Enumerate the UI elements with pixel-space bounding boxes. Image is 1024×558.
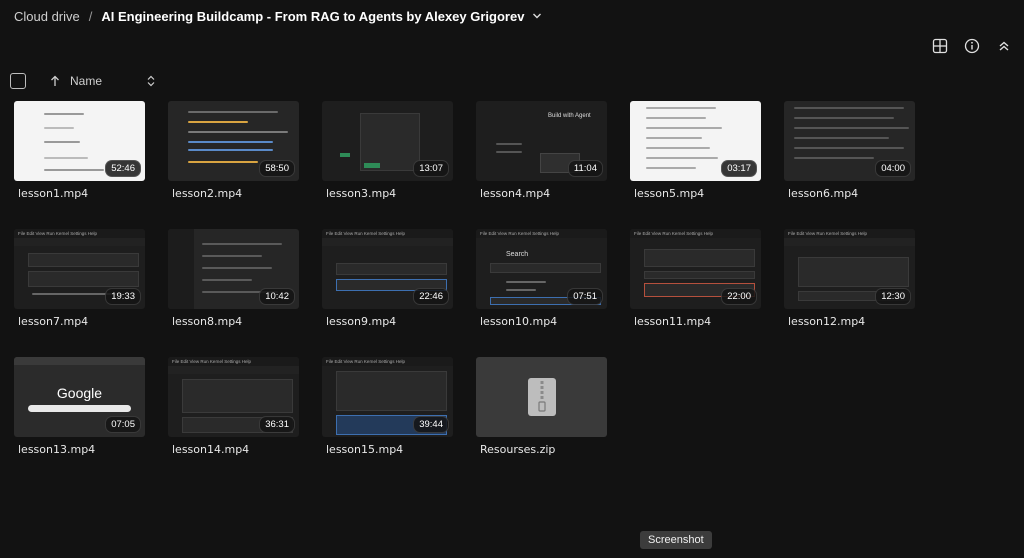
sort-ascending-icon[interactable] xyxy=(50,75,60,87)
file-tile[interactable]: Google 07:05 lesson13.mp4 xyxy=(14,357,145,462)
chevron-down-icon[interactable] xyxy=(532,11,542,21)
thumbnail-caption: Search xyxy=(506,251,529,258)
file-tile[interactable]: 10:42 lesson8.mp4 xyxy=(168,229,299,334)
file-tile[interactable]: 58:50 lesson2.mp4 xyxy=(168,101,299,206)
video-thumbnail[interactable]: 03:17 xyxy=(630,101,761,181)
duration-badge: 22:46 xyxy=(413,288,449,305)
video-thumbnail[interactable]: 13:07 xyxy=(322,101,453,181)
video-thumbnail[interactable]: 10:42 xyxy=(168,229,299,309)
breadcrumb-current-folder[interactable]: AI Engineering Buildcamp - From RAG to A… xyxy=(101,9,524,24)
duration-badge: 36:31 xyxy=(259,416,295,433)
file-tile[interactable]: 04:00 lesson6.mp4 xyxy=(784,101,915,206)
thumbnail-menu-text: File Edit View Run Kernel Settings Help xyxy=(14,229,145,238)
file-tile[interactable]: File Edit View Run Kernel Settings Help … xyxy=(168,357,299,462)
video-thumbnail[interactable]: File Edit View Run Kernel Settings Help … xyxy=(476,229,607,309)
breadcrumb-root-link[interactable]: Cloud drive xyxy=(14,9,80,24)
duration-badge: 07:05 xyxy=(105,416,141,433)
file-name[interactable]: Resourses.zip xyxy=(480,443,555,456)
breadcrumb: Cloud drive / AI Engineering Buildcamp -… xyxy=(0,0,1024,32)
duration-badge: 10:42 xyxy=(259,288,295,305)
file-name[interactable]: lesson7.mp4 xyxy=(18,315,88,328)
video-thumbnail[interactable]: File Edit View Run Kernel Settings Help … xyxy=(784,229,915,309)
file-tile[interactable]: 13:07 lesson3.mp4 xyxy=(322,101,453,206)
thumbnail-menu-text: File Edit View Run Kernel Settings Help xyxy=(322,229,453,238)
duration-badge: 52:46 xyxy=(105,160,141,177)
file-name[interactable]: lesson8.mp4 xyxy=(172,315,242,328)
file-tile[interactable]: File Edit View Run Kernel Settings Help … xyxy=(630,229,761,334)
video-thumbnail[interactable]: File Edit View Run Kernel Settings Help … xyxy=(14,229,145,309)
file-name[interactable]: lesson4.mp4 xyxy=(480,187,550,200)
thumbnail-menu-text: File Edit View Run Kernel Settings Help xyxy=(322,357,453,366)
duration-badge: 19:33 xyxy=(105,288,141,305)
thumbnail-menu-text: File Edit View Run Kernel Settings Help xyxy=(784,229,915,238)
file-tile[interactable]: 03:17 lesson5.mp4 xyxy=(630,101,761,206)
file-tile[interactable]: File Edit View Run Kernel Settings Help … xyxy=(322,357,453,462)
view-toolbar xyxy=(930,36,1014,56)
file-name[interactable]: lesson15.mp4 xyxy=(326,443,403,456)
video-thumbnail[interactable]: File Edit View Run Kernel Settings Help … xyxy=(630,229,761,309)
duration-badge: 11:04 xyxy=(567,160,603,177)
google-logo: Google xyxy=(56,385,103,401)
collapse-icon[interactable] xyxy=(994,36,1014,56)
file-name[interactable]: lesson14.mp4 xyxy=(172,443,249,456)
video-thumbnail[interactable]: File Edit View Run Kernel Settings Help … xyxy=(322,229,453,309)
duration-badge: 58:50 xyxy=(259,160,295,177)
info-icon[interactable] xyxy=(962,36,982,56)
file-name[interactable]: lesson2.mp4 xyxy=(172,187,242,200)
file-thumbnail[interactable] xyxy=(476,357,607,437)
video-thumbnail[interactable]: Build with Agent 11:04 xyxy=(476,101,607,181)
duration-badge: 07:51 xyxy=(567,288,603,305)
file-tile[interactable]: 52:46 lesson1.mp4 xyxy=(14,101,145,206)
file-tile[interactable]: Resourses.zip xyxy=(476,357,607,462)
video-thumbnail[interactable]: 04:00 xyxy=(784,101,915,181)
duration-badge: 22:00 xyxy=(721,288,757,305)
video-thumbnail[interactable]: File Edit View Run Kernel Settings Help … xyxy=(322,357,453,437)
file-name[interactable]: lesson3.mp4 xyxy=(326,187,396,200)
file-name[interactable]: lesson6.mp4 xyxy=(788,187,858,200)
file-tile[interactable]: File Edit View Run Kernel Settings Help … xyxy=(784,229,915,334)
file-grid: 52:46 lesson1.mp4 58:50 lesson2.mp4 13:0… xyxy=(14,101,915,462)
video-thumbnail[interactable]: Google 07:05 xyxy=(14,357,145,437)
breadcrumb-separator: / xyxy=(88,8,93,24)
sort-toggle-icon[interactable] xyxy=(146,75,156,87)
duration-badge: 03:17 xyxy=(721,160,757,177)
file-tile[interactable]: File Edit View Run Kernel Settings Help … xyxy=(14,229,145,334)
file-name[interactable]: lesson9.mp4 xyxy=(326,315,396,328)
duration-badge: 12:30 xyxy=(875,288,911,305)
file-name[interactable]: lesson1.mp4 xyxy=(18,187,88,200)
file-name[interactable]: lesson13.mp4 xyxy=(18,443,95,456)
tooltip: Screenshot xyxy=(640,531,712,549)
file-name[interactable]: lesson11.mp4 xyxy=(634,315,711,328)
video-thumbnail[interactable]: File Edit View Run Kernel Settings Help … xyxy=(168,357,299,437)
thumbnail-caption: Build with Agent xyxy=(548,113,591,119)
thumbnail-menu-text: File Edit View Run Kernel Settings Help xyxy=(630,229,761,238)
file-tile[interactable]: File Edit View Run Kernel Settings Help … xyxy=(322,229,453,334)
video-thumbnail[interactable]: 58:50 xyxy=(168,101,299,181)
thumbnail-menu-text: File Edit View Run Kernel Settings Help xyxy=(168,357,299,366)
duration-badge: 13:07 xyxy=(413,160,449,177)
file-tile[interactable]: File Edit View Run Kernel Settings Help … xyxy=(476,229,607,334)
video-thumbnail[interactable]: 52:46 xyxy=(14,101,145,181)
thumbnail-menu-text: File Edit View Run Kernel Settings Help xyxy=(476,229,607,238)
zip-archive-icon xyxy=(527,378,556,416)
duration-badge: 04:00 xyxy=(875,160,911,177)
file-name[interactable]: lesson10.mp4 xyxy=(480,315,557,328)
file-name[interactable]: lesson5.mp4 xyxy=(634,187,704,200)
duration-badge: 39:44 xyxy=(413,416,449,433)
file-tile[interactable]: Build with Agent 11:04 lesson4.mp4 xyxy=(476,101,607,206)
select-all-checkbox[interactable] xyxy=(10,73,26,89)
sort-by-name-label[interactable]: Name xyxy=(70,74,102,88)
file-name[interactable]: lesson12.mp4 xyxy=(788,315,865,328)
grid-view-icon[interactable] xyxy=(930,36,950,56)
sort-bar: Name xyxy=(10,70,156,92)
